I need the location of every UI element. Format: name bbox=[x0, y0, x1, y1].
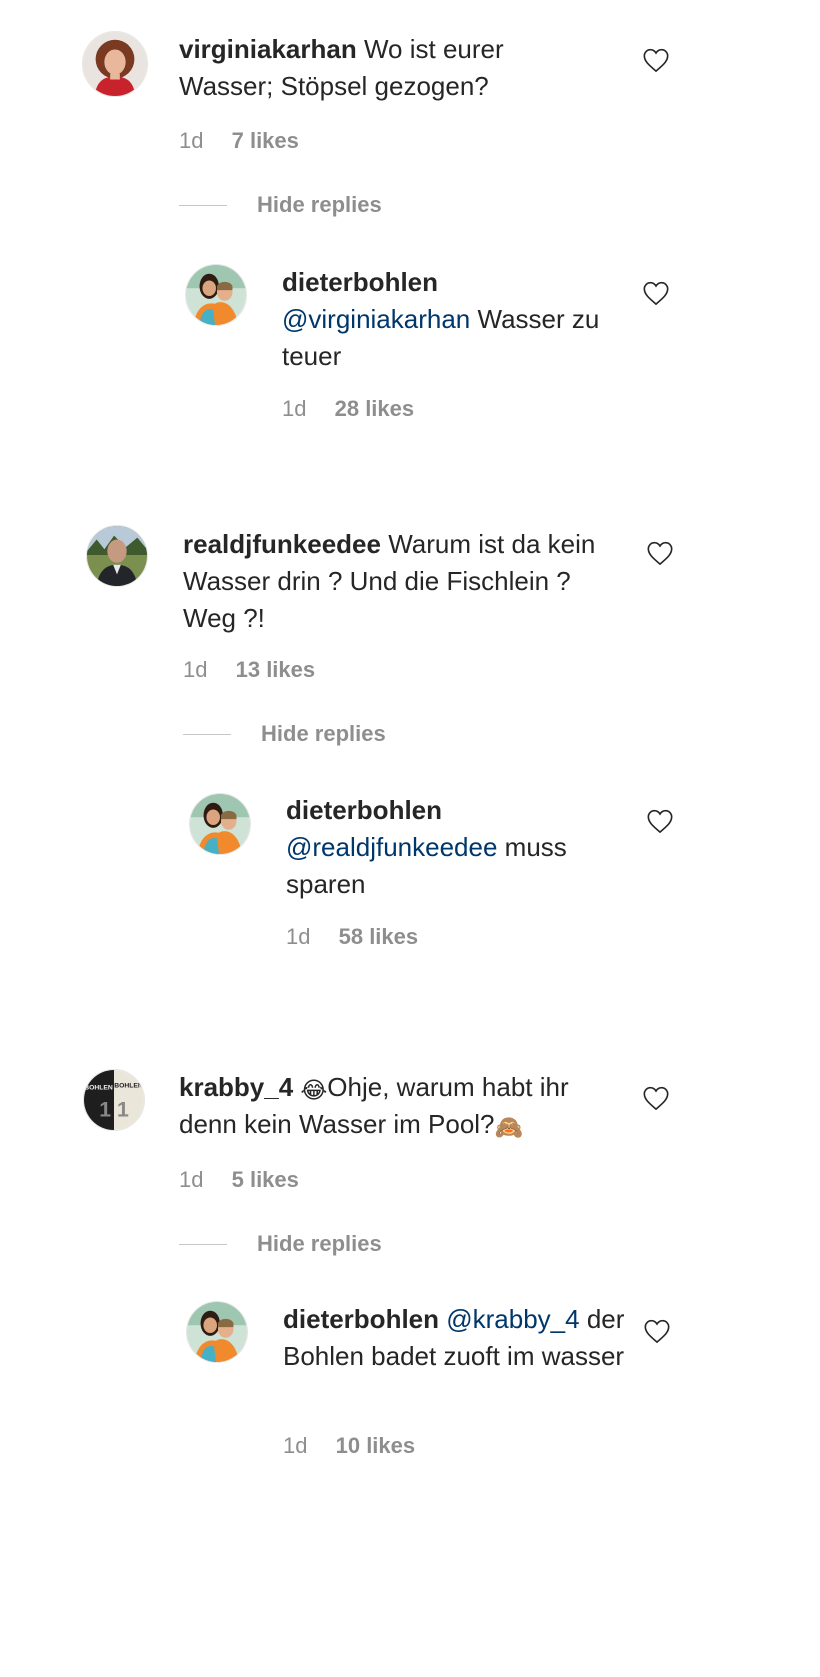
reply-meta: 1d 28 likes bbox=[282, 396, 414, 422]
comment-username[interactable]: virginiakarhan bbox=[179, 34, 357, 64]
svg-text:BOHLEN: BOHLEN bbox=[84, 1084, 113, 1091]
comment-likes[interactable]: 5 likes bbox=[232, 1167, 299, 1192]
like-heart-icon[interactable] bbox=[646, 808, 674, 834]
hide-replies-button[interactable]: Hide replies bbox=[179, 1231, 382, 1257]
hide-replies-button[interactable]: Hide replies bbox=[179, 192, 382, 218]
comment-username[interactable]: krabby_4 bbox=[179, 1072, 293, 1102]
like-heart-icon[interactable] bbox=[642, 47, 670, 73]
avatar[interactable]: BOHLEN BOHLEN 1 1 bbox=[83, 1069, 145, 1131]
laughing-emoji-icon: 😂 bbox=[300, 1077, 328, 1103]
reply-time: 1d bbox=[286, 924, 311, 949]
comment-time: 1d bbox=[179, 1167, 204, 1192]
avatar[interactable] bbox=[82, 31, 148, 97]
comment-meta: 1d 7 likes bbox=[179, 128, 299, 154]
comment-meta: 1d 5 likes bbox=[179, 1167, 299, 1193]
reply-likes[interactable]: 28 likes bbox=[335, 396, 415, 421]
avatar[interactable] bbox=[186, 1301, 248, 1363]
mention-link[interactable]: @realdjfunkeedee bbox=[286, 832, 497, 862]
reply-text: dieterbohlen @virginiakarhan Wasser zu t… bbox=[282, 264, 622, 375]
like-heart-icon[interactable] bbox=[643, 1318, 671, 1344]
see-no-evil-monkey-emoji-icon: 🙈 bbox=[494, 1114, 524, 1140]
reply-time: 1d bbox=[282, 396, 307, 421]
avatar[interactable] bbox=[189, 793, 251, 855]
comment-time: 1d bbox=[179, 128, 204, 153]
comment-text: realdjfunkeedee Warum ist da kein Wasser… bbox=[183, 526, 628, 637]
avatar-image bbox=[187, 1302, 247, 1362]
hide-replies-button[interactable]: Hide replies bbox=[183, 721, 386, 747]
reply-username[interactable]: dieterbohlen bbox=[286, 795, 442, 825]
avatar[interactable] bbox=[185, 264, 247, 326]
like-heart-icon[interactable] bbox=[642, 280, 670, 306]
like-heart-icon[interactable] bbox=[646, 540, 674, 566]
divider-line bbox=[183, 733, 231, 735]
reply-likes[interactable]: 58 likes bbox=[339, 924, 419, 949]
avatar-image bbox=[87, 526, 147, 586]
reply-meta: 1d 10 likes bbox=[283, 1433, 415, 1459]
svg-text:BOHLEN: BOHLEN bbox=[114, 1082, 143, 1089]
comment-text: krabby_4 😂Ohje, warum habt ihr denn kein… bbox=[179, 1069, 599, 1143]
comment-text: virginiakarhan Wo ist eurer Wasser; Stöp… bbox=[179, 31, 579, 105]
reply-text: dieterbohlen @realdjfunkeedee muss spare… bbox=[286, 792, 626, 903]
avatar-image bbox=[83, 32, 147, 96]
comment-time: 1d bbox=[183, 657, 208, 682]
mention-link[interactable]: @krabby_4 bbox=[446, 1304, 579, 1334]
reply-username[interactable]: dieterbohlen bbox=[283, 1304, 439, 1334]
reply-text: dieterbohlen @krabby_4 der Bohlen badet … bbox=[283, 1301, 628, 1375]
comment-username[interactable]: realdjfunkeedee bbox=[183, 529, 381, 559]
hide-replies-label: Hide replies bbox=[257, 192, 382, 217]
avatar-image bbox=[186, 265, 246, 325]
avatar[interactable] bbox=[86, 525, 148, 587]
comment-likes[interactable]: 7 likes bbox=[232, 128, 299, 153]
reply-meta: 1d 58 likes bbox=[286, 924, 418, 950]
comment-likes[interactable]: 13 likes bbox=[236, 657, 316, 682]
divider-line bbox=[179, 204, 227, 206]
avatar-image: BOHLEN BOHLEN 1 1 bbox=[84, 1070, 144, 1130]
reply-username[interactable]: dieterbohlen bbox=[282, 267, 438, 297]
reply-time: 1d bbox=[283, 1433, 308, 1458]
hide-replies-label: Hide replies bbox=[261, 721, 386, 746]
mention-link[interactable]: @virginiakarhan bbox=[282, 304, 470, 334]
reply-likes[interactable]: 10 likes bbox=[336, 1433, 416, 1458]
avatar-image bbox=[190, 794, 250, 854]
hide-replies-label: Hide replies bbox=[257, 1231, 382, 1256]
svg-text:1 1: 1 1 bbox=[99, 1097, 129, 1121]
comment-meta: 1d 13 likes bbox=[183, 657, 315, 683]
divider-line bbox=[179, 1243, 227, 1245]
like-heart-icon[interactable] bbox=[642, 1085, 670, 1111]
